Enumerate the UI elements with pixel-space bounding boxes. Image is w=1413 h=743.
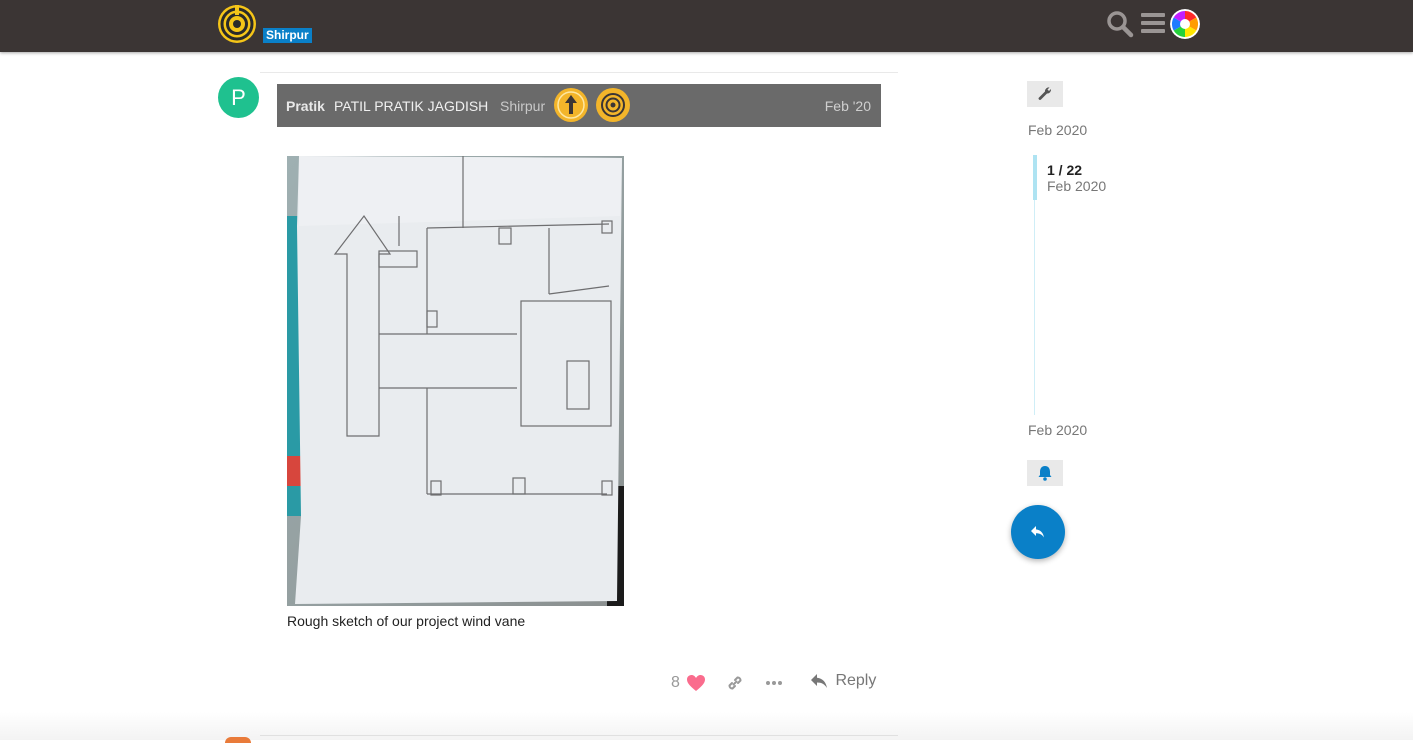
post-date[interactable]: Feb '20 [825, 98, 871, 114]
notification-button[interactable] [1027, 460, 1063, 486]
username[interactable]: Pratik [286, 98, 325, 114]
next-post-avatar[interactable] [225, 737, 251, 743]
reply-label: Reply [835, 672, 877, 689]
site-label[interactable]: Shirpur [263, 28, 312, 43]
user-title: Shirpur [500, 98, 546, 114]
badge-arrow-icon[interactable] [553, 87, 589, 123]
reply-arrow-icon [1031, 526, 1044, 538]
next-post-divider [260, 735, 898, 736]
reply-arrow-icon [811, 674, 827, 688]
more-options-icon[interactable] [765, 674, 783, 692]
post-meta-bar: Pratik PATIL PRATIK JAGDISH Shirpur Feb … [277, 84, 881, 127]
timeline-handle[interactable] [1033, 155, 1037, 200]
menu-icon[interactable] [1141, 10, 1165, 36]
user-avatar-wheel-icon[interactable] [1170, 9, 1200, 39]
floating-reply-button[interactable] [1011, 505, 1065, 559]
timeline-start-date[interactable]: Feb 2020 [1028, 122, 1087, 138]
post-caption: Rough sketch of our project wind vane [287, 613, 526, 629]
wrench-icon [1038, 87, 1052, 100]
timeline-end-date[interactable]: Feb 2020 [1028, 422, 1087, 438]
admin-wrench-button[interactable] [1027, 81, 1063, 107]
timeline-position: 1 / 22 [1047, 162, 1083, 178]
search-icon[interactable] [1106, 10, 1134, 38]
timeline-position-date: Feb 2020 [1047, 178, 1107, 194]
badge-spiral-icon[interactable] [595, 87, 631, 123]
top-header: Shirpur [0, 0, 1413, 52]
heart-icon[interactable] [686, 674, 706, 692]
logo-icon[interactable] [217, 4, 257, 44]
topic-divider [260, 72, 898, 73]
reply-button[interactable]: Reply [810, 672, 876, 694]
like-count[interactable]: 8 [671, 674, 680, 692]
full-name[interactable]: PATIL PRATIK JAGDISH [334, 98, 488, 114]
bell-icon [1038, 466, 1052, 481]
link-icon[interactable] [726, 674, 744, 692]
post-image-sketch[interactable] [287, 156, 624, 606]
avatar[interactable]: P [218, 77, 259, 118]
